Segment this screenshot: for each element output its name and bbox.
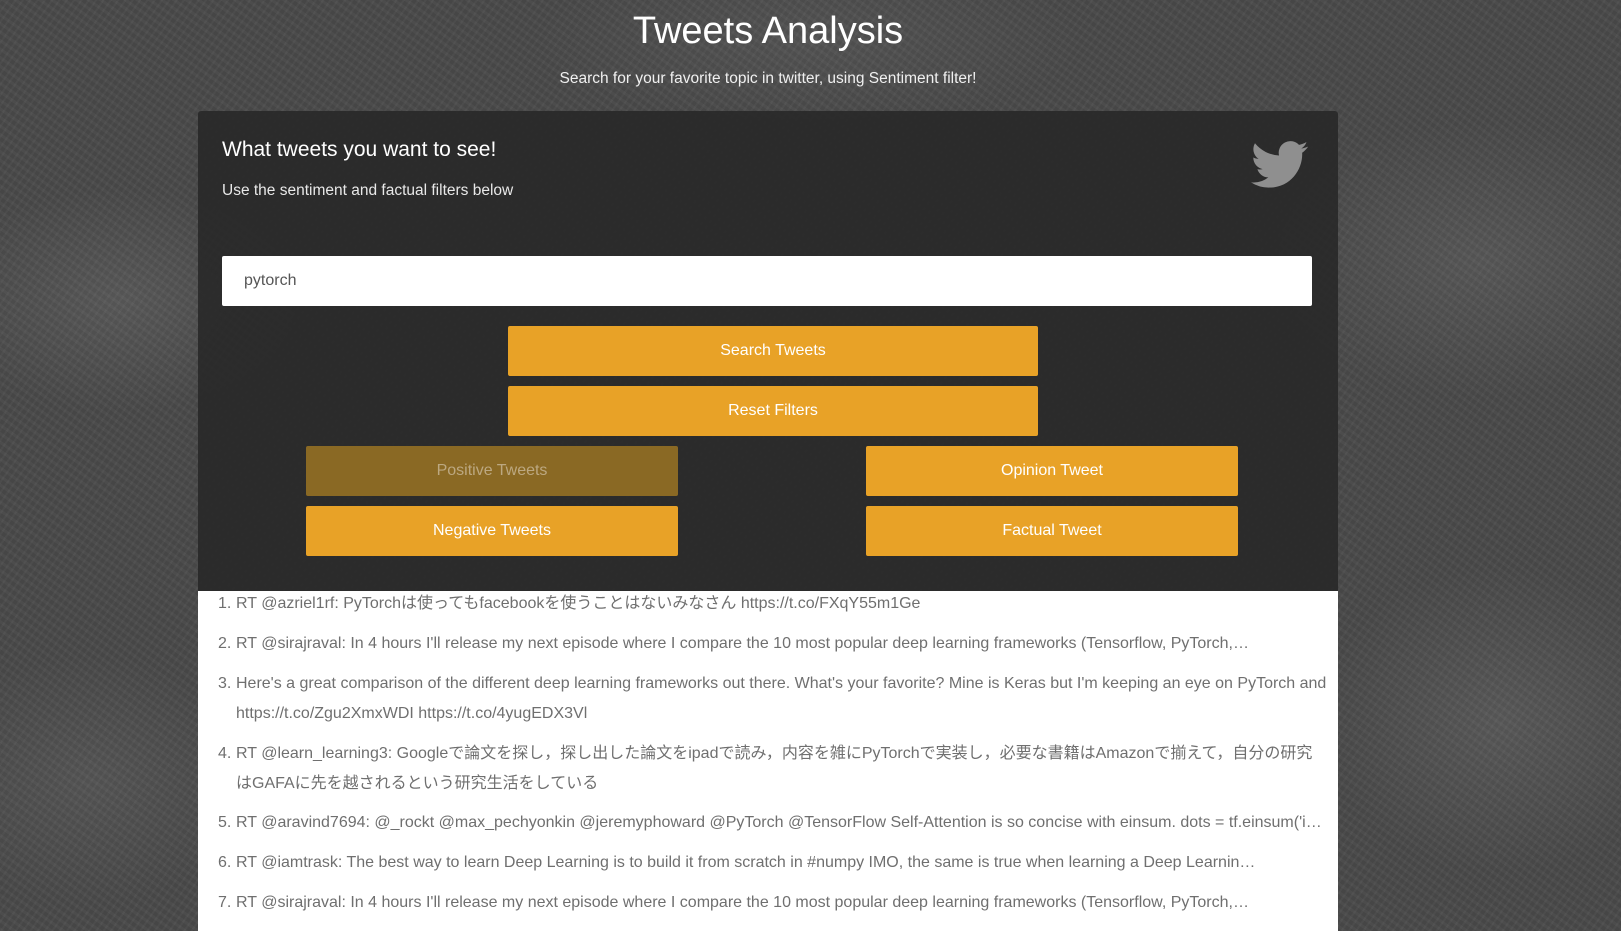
tweet-number: 7. xyxy=(218,894,232,911)
tweet-text: Here's a great comparison of the differe… xyxy=(236,675,1327,722)
tweet-number: 3. xyxy=(218,675,232,692)
tweet-item: 2. RT @sirajraval: In 4 hours I'll relea… xyxy=(218,629,1328,659)
positive-tweets-button[interactable]: Positive Tweets xyxy=(306,446,678,496)
tweet-item: 5. RT @aravind7694: @_rockt @max_pechyon… xyxy=(218,808,1328,838)
tweet-results: 1. RT @azriel1rf: PyTorchは使ってもfacebookを使… xyxy=(198,591,1338,931)
page-title: Tweets Analysis xyxy=(632,10,904,52)
panel-heading: What tweets you want to see! xyxy=(222,138,497,161)
tweet-item: 3. Here's a great comparison of the diff… xyxy=(218,669,1328,729)
tweet-text: RT @sirajraval: In 4 hours I'll release … xyxy=(236,894,1249,911)
twitter-bird-icon xyxy=(1251,141,1309,188)
tweet-item: 4. RT @learn_learning3: Googleで論文を探し，探し出… xyxy=(218,739,1328,799)
tweet-text: RT @sirajraval: In 4 hours I'll release … xyxy=(236,635,1249,652)
tweet-number: 6. xyxy=(218,854,232,871)
page-subtitle: Search for your favorite topic in twitte… xyxy=(559,70,977,87)
tweet-number: 1. xyxy=(218,595,232,612)
tweet-text: RT @learn_learning3: Googleで論文を探し，探し出した論… xyxy=(236,745,1313,792)
panel-subheading: Use the sentiment and factual filters be… xyxy=(222,182,514,199)
factual-tweet-button[interactable]: Factual Tweet xyxy=(866,506,1238,556)
tweet-number: 4. xyxy=(218,745,232,762)
search-tweets-button[interactable]: Search Tweets xyxy=(508,326,1038,376)
opinion-tweet-button[interactable]: Opinion Tweet xyxy=(866,446,1238,496)
tweet-text: RT @aravind7694: @_rockt @max_pechyonkin… xyxy=(236,814,1322,831)
tweet-item: 6. RT @iamtrask: The best way to learn D… xyxy=(218,848,1328,878)
reset-filters-button[interactable]: Reset Filters xyxy=(508,386,1038,436)
search-panel: What tweets you want to see! Use the sen… xyxy=(198,111,1338,591)
tweet-number: 5. xyxy=(218,814,232,831)
search-input[interactable] xyxy=(222,256,1312,306)
tweet-number: 2. xyxy=(218,635,232,652)
negative-tweets-button[interactable]: Negative Tweets xyxy=(306,506,678,556)
tweet-text: RT @iamtrask: The best way to learn Deep… xyxy=(236,854,1256,871)
tweet-item: 1. RT @azriel1rf: PyTorchは使ってもfacebookを使… xyxy=(218,589,1328,619)
tweet-text: RT @azriel1rf: PyTorchは使ってもfacebookを使うこと… xyxy=(236,595,921,612)
tweet-item: 7. RT @sirajraval: In 4 hours I'll relea… xyxy=(218,888,1328,918)
